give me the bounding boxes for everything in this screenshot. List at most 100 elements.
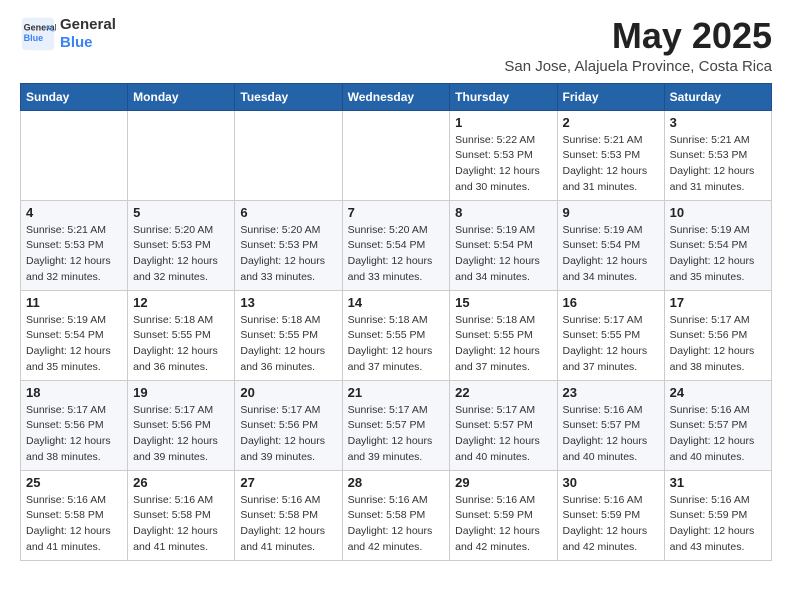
day-info: Sunrise: 5:16 AMSunset: 5:58 PMDaylight:… — [26, 493, 122, 556]
day-info: Sunrise: 5:18 AMSunset: 5:55 PMDaylight:… — [133, 313, 229, 376]
day-number: 17 — [670, 295, 766, 310]
day-info: Sunrise: 5:21 AMSunset: 5:53 PMDaylight:… — [26, 223, 122, 286]
title-area: May 2025 San Jose, Alajuela Province, Co… — [504, 16, 772, 75]
calendar-cell: 12 Sunrise: 5:18 AMSunset: 5:55 PMDayligh… — [128, 290, 235, 380]
calendar-cell: 24 Sunrise: 5:16 AMSunset: 5:57 PMDayligh… — [664, 380, 771, 470]
calendar-cell: 23 Sunrise: 5:16 AMSunset: 5:57 PMDayligh… — [557, 380, 664, 470]
calendar-cell: 27Sunrise: 5:16 AMSunset: 5:58 PMDayligh… — [235, 470, 342, 560]
day-info: Sunrise: 5:20 AMSunset: 5:53 PMDaylight:… — [240, 223, 336, 286]
weekday-header: Wednesday — [342, 83, 450, 110]
day-number: 3 — [670, 115, 766, 130]
day-info: Sunrise: 5:19 AMSunset: 5:54 PMDaylight:… — [563, 223, 659, 286]
calendar-cell: 25 Sunrise: 5:16 AMSunset: 5:58 PMDayligh… — [21, 470, 128, 560]
calendar-cell: 30Sunrise: 5:16 AMSunset: 5:59 PMDayligh… — [557, 470, 664, 560]
day-info: Sunrise: 5:16 AMSunset: 5:59 PMDaylight:… — [670, 493, 766, 556]
calendar-cell: 3 Sunrise: 5:21 AMSunset: 5:53 PMDaylight… — [664, 110, 771, 200]
day-number: 2 — [563, 115, 659, 130]
calendar-cell: 22 Sunrise: 5:17 AMSunset: 5:57 PMDayligh… — [450, 380, 557, 470]
calendar-cell — [128, 110, 235, 200]
day-info: Sunrise: 5:20 AMSunset: 5:54 PMDaylight:… — [348, 223, 445, 286]
calendar-table: SundayMondayTuesdayWednesdayThursdayFrid… — [20, 83, 772, 561]
calendar-cell: 15 Sunrise: 5:18 AMSunset: 5:55 PMDayligh… — [450, 290, 557, 380]
weekday-header: Saturday — [664, 83, 771, 110]
weekday-header: Thursday — [450, 83, 557, 110]
day-number: 14 — [348, 295, 445, 310]
day-number: 30 — [563, 475, 659, 490]
day-info: Sunrise: 5:17 AMSunset: 5:57 PMDaylight:… — [348, 403, 445, 466]
calendar-cell: 14Sunrise: 5:18 AMSunset: 5:55 PMDayligh… — [342, 290, 450, 380]
subtitle: San Jose, Alajuela Province, Costa Rica — [504, 58, 772, 75]
day-number: 22 — [455, 385, 551, 400]
day-number: 23 — [563, 385, 659, 400]
calendar-cell: 5Sunrise: 5:20 AMSunset: 5:53 PMDaylight… — [128, 200, 235, 290]
day-info: Sunrise: 5:18 AMSunset: 5:55 PMDaylight:… — [455, 313, 551, 376]
calendar-cell: 9 Sunrise: 5:19 AMSunset: 5:54 PMDaylight… — [557, 200, 664, 290]
day-info: Sunrise: 5:17 AMSunset: 5:55 PMDaylight:… — [563, 313, 659, 376]
day-info: Sunrise: 5:17 AMSunset: 5:56 PMDaylight:… — [133, 403, 229, 466]
day-number: 16 — [563, 295, 659, 310]
calendar-cell: 6 Sunrise: 5:20 AMSunset: 5:53 PMDaylight… — [235, 200, 342, 290]
day-number: 10 — [670, 205, 766, 220]
day-info: Sunrise: 5:17 AMSunset: 5:57 PMDaylight:… — [455, 403, 551, 466]
calendar-cell: 10 Sunrise: 5:19 AMSunset: 5:54 PMDayligh… — [664, 200, 771, 290]
calendar-cell: 1Sunrise: 5:22 AMSunset: 5:53 PMDaylight… — [450, 110, 557, 200]
day-info: Sunrise: 5:18 AMSunset: 5:55 PMDaylight:… — [240, 313, 336, 376]
day-number: 9 — [563, 205, 659, 220]
logo-icon: General Blue — [20, 16, 56, 52]
main-title: May 2025 — [504, 16, 772, 56]
day-info: Sunrise: 5:19 AMSunset: 5:54 PMDaylight:… — [26, 313, 122, 376]
logo: General Blue GeneralBlue — [20, 16, 116, 52]
calendar-cell: 21 Sunrise: 5:17 AMSunset: 5:57 PMDayligh… — [342, 380, 450, 470]
calendar-cell — [342, 110, 450, 200]
day-number: 6 — [240, 205, 336, 220]
day-info: Sunrise: 5:19 AMSunset: 5:54 PMDaylight:… — [670, 223, 766, 286]
calendar-cell: 26Sunrise: 5:16 AMSunset: 5:58 PMDayligh… — [128, 470, 235, 560]
calendar-week-row: 25 Sunrise: 5:16 AMSunset: 5:58 PMDayligh… — [21, 470, 772, 560]
day-info: Sunrise: 5:19 AMSunset: 5:54 PMDaylight:… — [455, 223, 551, 286]
day-info: Sunrise: 5:20 AMSunset: 5:53 PMDaylight:… — [133, 223, 229, 286]
day-info: Sunrise: 5:16 AMSunset: 5:57 PMDaylight:… — [563, 403, 659, 466]
day-number: 20 — [240, 385, 336, 400]
calendar-cell: 16 Sunrise: 5:17 AMSunset: 5:55 PMDayligh… — [557, 290, 664, 380]
day-number: 21 — [348, 385, 445, 400]
day-number: 7 — [348, 205, 445, 220]
day-number: 18 — [26, 385, 122, 400]
day-number: 31 — [670, 475, 766, 490]
calendar-cell: 4 Sunrise: 5:21 AMSunset: 5:53 PMDaylight… — [21, 200, 128, 290]
day-number: 25 — [26, 475, 122, 490]
day-number: 29 — [455, 475, 551, 490]
day-number: 12 — [133, 295, 229, 310]
weekday-header: Sunday — [21, 83, 128, 110]
day-info: Sunrise: 5:17 AMSunset: 5:56 PMDaylight:… — [26, 403, 122, 466]
calendar-cell: 28Sunrise: 5:16 AMSunset: 5:58 PMDayligh… — [342, 470, 450, 560]
day-info: Sunrise: 5:21 AMSunset: 5:53 PMDaylight:… — [563, 133, 659, 196]
calendar-cell: 20 Sunrise: 5:17 AMSunset: 5:56 PMDayligh… — [235, 380, 342, 470]
day-number: 8 — [455, 205, 551, 220]
weekday-header: Friday — [557, 83, 664, 110]
day-number: 27 — [240, 475, 336, 490]
calendar-week-row: 1Sunrise: 5:22 AMSunset: 5:53 PMDaylight… — [21, 110, 772, 200]
calendar-cell — [21, 110, 128, 200]
day-info: Sunrise: 5:16 AMSunset: 5:57 PMDaylight:… — [670, 403, 766, 466]
day-info: Sunrise: 5:16 AMSunset: 5:59 PMDaylight:… — [455, 493, 551, 556]
calendar-cell: 11 Sunrise: 5:19 AMSunset: 5:54 PMDayligh… — [21, 290, 128, 380]
calendar-week-row: 18 Sunrise: 5:17 AMSunset: 5:56 PMDayligh… — [21, 380, 772, 470]
calendar-cell: 7 Sunrise: 5:20 AMSunset: 5:54 PMDaylight… — [342, 200, 450, 290]
header: General Blue GeneralBlue May 2025 San Jo… — [20, 16, 772, 75]
day-number: 11 — [26, 295, 122, 310]
day-info: Sunrise: 5:21 AMSunset: 5:53 PMDaylight:… — [670, 133, 766, 196]
calendar-cell: 29 Sunrise: 5:16 AMSunset: 5:59 PMDayligh… — [450, 470, 557, 560]
calendar-cell: 2 Sunrise: 5:21 AMSunset: 5:53 PMDaylight… — [557, 110, 664, 200]
calendar-cell: 13Sunrise: 5:18 AMSunset: 5:55 PMDayligh… — [235, 290, 342, 380]
calendar-cell: 19 Sunrise: 5:17 AMSunset: 5:56 PMDayligh… — [128, 380, 235, 470]
day-number: 19 — [133, 385, 229, 400]
day-info: Sunrise: 5:17 AMSunset: 5:56 PMDaylight:… — [240, 403, 336, 466]
day-number: 15 — [455, 295, 551, 310]
calendar-cell: 17Sunrise: 5:17 AMSunset: 5:56 PMDayligh… — [664, 290, 771, 380]
svg-text:Blue: Blue — [24, 33, 44, 43]
day-number: 4 — [26, 205, 122, 220]
calendar-cell: 31 Sunrise: 5:16 AMSunset: 5:59 PMDayligh… — [664, 470, 771, 560]
day-number: 24 — [670, 385, 766, 400]
calendar-cell: 8 Sunrise: 5:19 AMSunset: 5:54 PMDaylight… — [450, 200, 557, 290]
calendar-week-row: 4 Sunrise: 5:21 AMSunset: 5:53 PMDaylight… — [21, 200, 772, 290]
